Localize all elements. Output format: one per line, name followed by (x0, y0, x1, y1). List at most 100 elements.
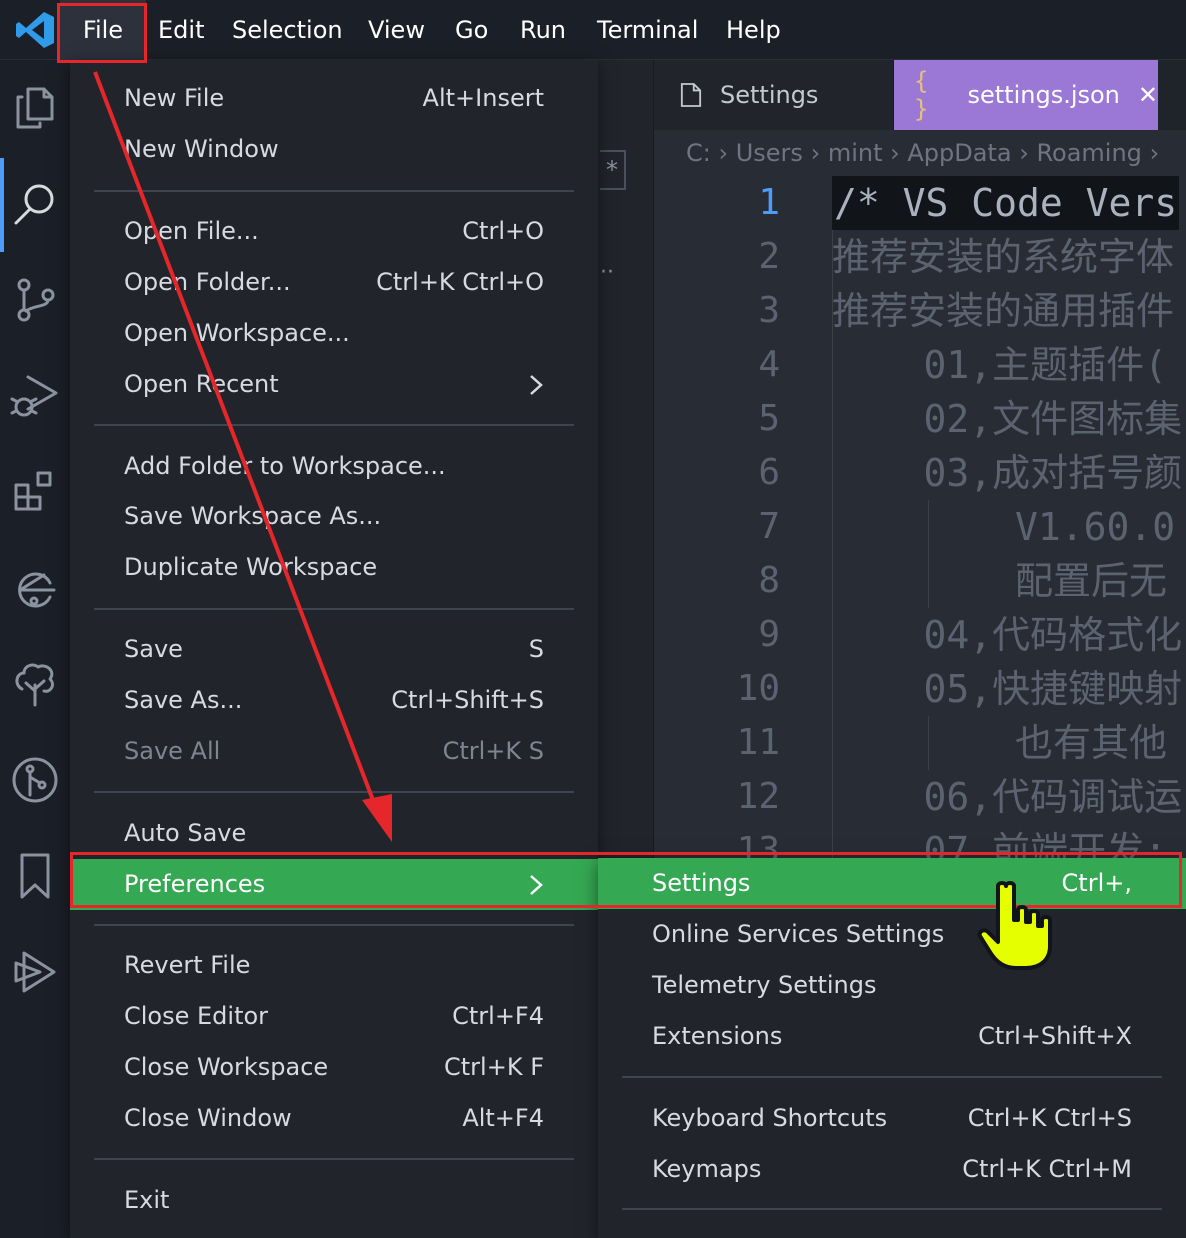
menu-item-close-editor[interactable]: Close Editor Ctrl+F4 (94, 991, 574, 1042)
breadcrumb-item[interactable]: AppData (907, 139, 1011, 167)
menu-item-label: Keymaps (652, 1155, 762, 1183)
files-icon[interactable] (0, 60, 70, 156)
menu-item-save-as[interactable]: Save As... Ctrl+Shift+S (94, 675, 574, 726)
tab-settings-json[interactable]: { } settings.json ✕ (894, 60, 1158, 130)
preferences-submenu: Settings Ctrl+, Online Services Settings … (598, 858, 1186, 1238)
more-actions-icon[interactable]: ·· (600, 260, 614, 285)
close-icon[interactable]: ✕ (1138, 81, 1158, 109)
menu-separator (94, 791, 574, 793)
menu-item-open-folder[interactable]: Open Folder... Ctrl+K Ctrl+O (94, 257, 574, 308)
menu-item-extensions[interactable]: Extensions Ctrl+Shift+X (622, 1011, 1162, 1062)
breadcrumb-item[interactable]: C: (686, 139, 711, 167)
menu-item-label: Keyboard Shortcuts (652, 1104, 888, 1132)
menu-item-settings[interactable]: Settings Ctrl+, (598, 858, 1186, 909)
menu-item-label: Open Workspace... (124, 319, 350, 347)
menu-item-open-recent[interactable]: Open Recent (94, 359, 574, 410)
menu-item-label: Open Folder... (124, 268, 291, 296)
menu-item-label: Auto Save (124, 819, 247, 847)
menu-item-label: Save Workspace As... (124, 502, 382, 530)
line-number: 5 (758, 398, 780, 439)
menu-view[interactable]: View (356, 0, 437, 60)
file-menu-highlight-box (57, 3, 147, 63)
menu-terminal[interactable]: Terminal (585, 0, 710, 60)
menu-item-label: New File (124, 84, 225, 112)
hand-cursor-icon (977, 881, 1052, 970)
bookmark-icon[interactable] (0, 828, 70, 924)
line-number: 8 (758, 560, 780, 601)
menu-item-preferences[interactable]: Preferences (70, 859, 598, 910)
editor-area: Settings { } settings.json ✕ C: › Users … (654, 60, 1186, 860)
tab-label: Settings (720, 81, 819, 109)
menu-item-keyboard-shortcuts[interactable]: Keyboard Shortcuts Ctrl+K Ctrl+S (622, 1093, 1162, 1144)
menu-item-auto-save[interactable]: Auto Save (94, 808, 574, 859)
menu-item-new-file[interactable]: New File Alt+Insert (94, 73, 574, 124)
line-number: 3 (758, 290, 780, 331)
file-menu: New File Alt+Insert New Window Open File.… (70, 60, 598, 1238)
menu-edit[interactable]: Edit (146, 0, 216, 60)
code-line: 推荐安装的通用插件 (832, 289, 1175, 333)
remote-explorer-icon[interactable] (0, 540, 70, 636)
menu-item-keymaps[interactable]: Keymaps Ctrl+K Ctrl+M (622, 1144, 1162, 1195)
menu-separator (94, 1158, 574, 1160)
menu-item-label: Revert File (124, 951, 251, 979)
menu-item-add-folder[interactable]: Add Folder to Workspace... (94, 441, 574, 492)
line-number: 2 (758, 236, 780, 277)
menu-item-save-workspace-as[interactable]: Save Workspace As... (94, 491, 574, 542)
menu-item-new-window[interactable]: New Window (94, 124, 574, 175)
code-line: 06,代码调试运 (832, 775, 1183, 819)
menu-item-telemetry-settings[interactable]: Telemetry Settings (622, 960, 1162, 1011)
menu-item-exit[interactable]: Exit (94, 1175, 574, 1226)
menu-item-label: Exit (124, 1186, 170, 1214)
source-control-icon[interactable] (0, 252, 70, 348)
chevron-right-icon: › (890, 139, 908, 167)
menu-item-revert-file[interactable]: Revert File (94, 940, 574, 991)
line-number: 4 (758, 344, 780, 385)
menu-help[interactable]: Help (714, 0, 793, 60)
shortcut: Ctrl+Shift+X (978, 1022, 1132, 1050)
regex-toggle[interactable]: * (600, 150, 626, 190)
menu-item-label: Close Window (124, 1104, 292, 1132)
menu-item-duplicate-workspace[interactable]: Duplicate Workspace (94, 542, 574, 593)
menu-item-label: Close Editor (124, 1002, 269, 1030)
tab-settings[interactable]: Settings (654, 60, 894, 130)
menu-item-label: Extensions (652, 1022, 783, 1050)
chevron-right-icon: › (1019, 139, 1037, 167)
extensions-icon[interactable] (0, 444, 70, 540)
menu-item-label: Open File... (124, 217, 259, 245)
menu-item-close-window[interactable]: Close Window Alt+F4 (94, 1093, 574, 1144)
line-number-gutter: 1 2 3 4 5 6 7 8 9 10 11 12 13 (654, 176, 804, 860)
menu-item-close-workspace[interactable]: Close Workspace Ctrl+K F (94, 1042, 574, 1093)
search-icon[interactable] (0, 156, 70, 252)
menu-selection[interactable]: Selection (220, 0, 355, 60)
menu-item-open-file[interactable]: Open File... Ctrl+O (94, 206, 574, 257)
menu-item-open-workspace[interactable]: Open Workspace... (94, 308, 574, 359)
menu-separator (94, 424, 574, 426)
breadcrumb-item[interactable]: Users (736, 139, 803, 167)
shortcut: S (528, 635, 544, 663)
menu-item-label: Settings (652, 869, 751, 897)
menu-item-online-services-settings[interactable]: Online Services Settings (622, 909, 1162, 960)
tree-icon[interactable] (0, 636, 70, 732)
menu-item-label: Close Workspace (124, 1053, 329, 1081)
sidebar-toolbar-fragment: * ·· (598, 60, 654, 860)
code-line: 05,快捷键映射 (832, 667, 1183, 711)
menu-item-label: Save (124, 635, 183, 663)
git-graph-icon[interactable] (0, 732, 70, 828)
line-number: 10 (736, 668, 780, 709)
tab-label: settings.json (967, 81, 1120, 109)
code-area[interactable]: /* VS Code Vers 推荐安装的系统字体 推荐安装的通用插件 01,主… (832, 176, 1186, 860)
live-share-icon[interactable] (0, 924, 70, 1020)
breadcrumb-item[interactable]: Roaming (1036, 139, 1141, 167)
menu-go[interactable]: Go (443, 0, 500, 60)
run-debug-icon[interactable] (0, 348, 70, 444)
code-line: 02,文件图标集 (832, 397, 1183, 441)
code-line: 03,成对括号颜 (832, 451, 1183, 495)
menu-run[interactable]: Run (508, 0, 578, 60)
shortcut: Ctrl+O (462, 217, 544, 245)
breadcrumb-item[interactable]: mint (828, 139, 883, 167)
menu-separator (94, 608, 574, 610)
menu-item-save[interactable]: Save S (94, 624, 574, 675)
menu-item-label: Online Services Settings (652, 920, 945, 948)
chevron-right-icon: › (810, 139, 828, 167)
line-number: 12 (736, 776, 780, 817)
